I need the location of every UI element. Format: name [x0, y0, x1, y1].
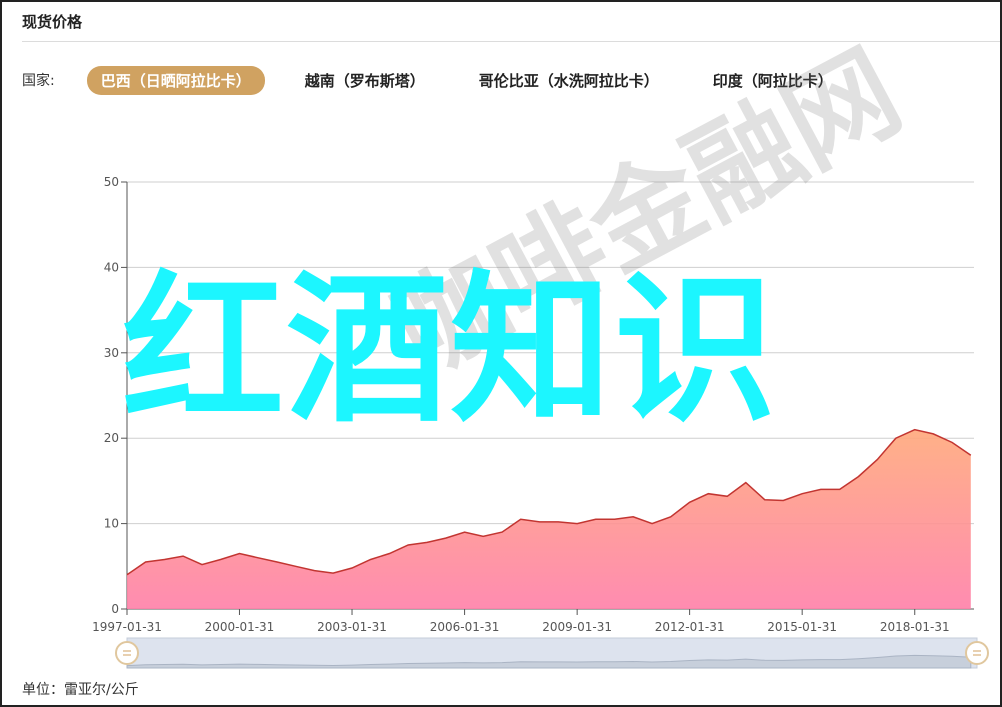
unit-note: 单位：雷亚尔/公斤: [22, 682, 139, 698]
y-tick-label: 30: [104, 346, 119, 360]
overlay-banner-text: 红酒知识: [122, 257, 778, 445]
x-tick-label: 2015-01-31: [767, 620, 837, 634]
zoom-handle-left[interactable]: [115, 641, 139, 665]
x-tick-label: 2000-01-31: [205, 620, 275, 634]
x-tick-label: 2012-01-31: [655, 620, 725, 634]
y-tick-label: 10: [104, 517, 119, 531]
chart-panel: 现货价格 国家: 巴西（日晒阿拉比卡） 越南（罗布斯塔） 哥伦比亚（水洗阿拉比卡…: [0, 0, 1002, 707]
y-tick-label: 40: [104, 260, 119, 274]
x-tick-label: 2003-01-31: [317, 620, 387, 634]
x-tick-label: 1997-01-31: [92, 620, 162, 634]
zoom-handle-right[interactable]: [965, 641, 989, 665]
y-tick-label: 0: [111, 602, 119, 616]
x-tick-label: 2006-01-31: [430, 620, 500, 634]
zoom-slider[interactable]: [115, 637, 989, 669]
price-area: [127, 429, 971, 609]
y-tick-label: 50: [104, 175, 119, 189]
y-tick-label: 20: [104, 431, 119, 445]
x-tick-label: 2009-01-31: [542, 620, 612, 634]
x-tick-label: 2018-01-31: [880, 620, 950, 634]
